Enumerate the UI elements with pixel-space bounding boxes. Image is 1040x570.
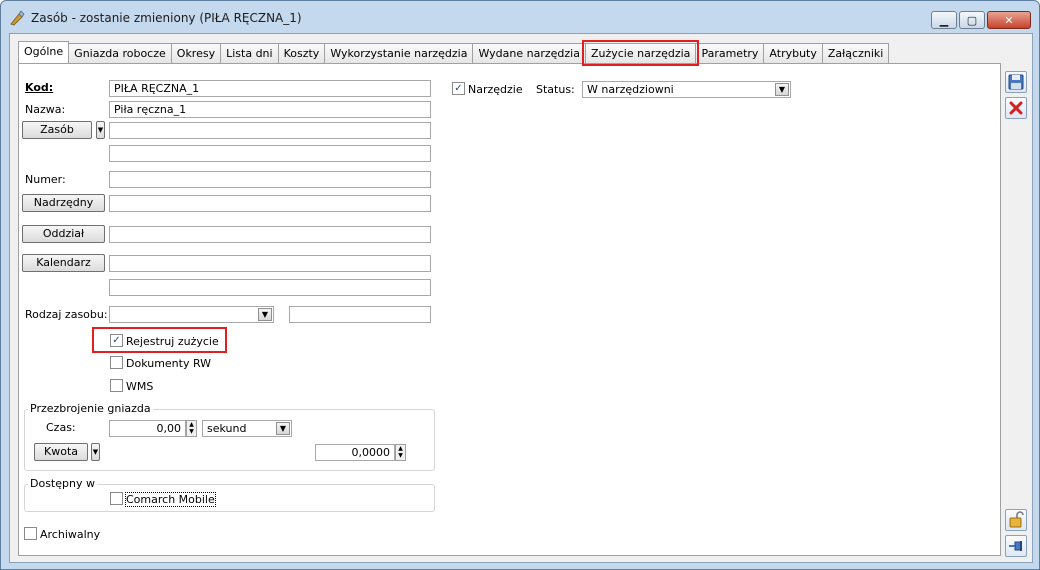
dokumenty-checkbox[interactable] bbox=[110, 356, 123, 369]
archiwalny-label: Archiwalny bbox=[40, 528, 101, 541]
chevron-down-icon[interactable]: ▼ bbox=[258, 308, 272, 321]
czas-unit-select[interactable]: sekund ▼ bbox=[202, 420, 292, 437]
oddzial-field[interactable] bbox=[109, 226, 431, 243]
app-window: Zasób - zostanie zmieniony (PIŁA RĘCZNA_… bbox=[0, 0, 1040, 570]
dokumenty-label: Dokumenty RW bbox=[126, 357, 212, 370]
tab-zuzycie-narzedzia[interactable]: Zużycie narzędzia bbox=[581, 40, 700, 66]
window-title: Zasób - zostanie zmieniony (PIŁA RĘCZNA_… bbox=[31, 11, 302, 25]
zasob-dropdown-button[interactable]: ▼ bbox=[96, 121, 105, 139]
oddzial-button[interactable]: Oddział bbox=[22, 225, 105, 243]
tab-wydane-narzedzia[interactable]: Wydane narzędzia bbox=[472, 43, 586, 63]
tab-strip: Ogólne Gniazda robocze Okresy Lista dni … bbox=[18, 40, 890, 66]
narzedzie-label: Narzędzie bbox=[468, 83, 523, 96]
zasob-name-field[interactable] bbox=[109, 145, 431, 162]
spin-up-icon: ▲ bbox=[189, 421, 194, 428]
minimize-button[interactable]: ▁ bbox=[931, 11, 957, 29]
numer-label: Numer: bbox=[25, 173, 66, 186]
zasob-button[interactable]: Zasób bbox=[22, 121, 92, 139]
rodzaj-select[interactable]: ▼ bbox=[109, 306, 274, 323]
status-label: Status: bbox=[536, 83, 575, 96]
kod-label: Kod: bbox=[25, 81, 54, 94]
save-icon bbox=[1008, 74, 1024, 90]
tab-lista-dni[interactable]: Lista dni bbox=[220, 43, 279, 63]
nadrzedny-button[interactable]: Nadrzędny bbox=[22, 194, 105, 212]
comarch-label: Comarch Mobile bbox=[125, 492, 216, 507]
kalendarz-field[interactable] bbox=[109, 255, 431, 272]
tab-ogolne[interactable]: Ogólne bbox=[18, 41, 70, 63]
wms-checkbox[interactable] bbox=[110, 379, 123, 392]
kalendarz-name-field[interactable] bbox=[109, 279, 431, 296]
archiwalny-checkbox[interactable] bbox=[24, 527, 37, 540]
resource-icon bbox=[9, 10, 25, 26]
tab-gniazda-robocze[interactable]: Gniazda robocze bbox=[68, 43, 172, 63]
lock-icon bbox=[1009, 511, 1024, 528]
tab-koszty[interactable]: Koszty bbox=[277, 43, 326, 63]
save-button[interactable] bbox=[1005, 71, 1027, 93]
kwota-button[interactable]: Kwota bbox=[34, 443, 88, 461]
spin-down-icon: ▼ bbox=[189, 428, 194, 435]
kalendarz-button[interactable]: Kalendarz bbox=[22, 254, 105, 272]
rodzaj-label: Rodzaj zasobu: bbox=[25, 308, 108, 321]
zasob-field[interactable] bbox=[109, 122, 431, 139]
rejestruj-checkbox[interactable]: ✓ bbox=[110, 334, 123, 347]
chevron-down-icon[interactable]: ▼ bbox=[276, 422, 290, 435]
czas-label: Czas: bbox=[46, 421, 76, 434]
window-client: Ogólne Gniazda robocze Okresy Lista dni … bbox=[9, 33, 1033, 563]
przezbrojenie-title: Przezbrojenie gniazda bbox=[28, 402, 153, 415]
tab-atrybuty[interactable]: Atrybuty bbox=[763, 43, 823, 63]
chevron-down-icon: ▼ bbox=[92, 448, 99, 456]
chevron-down-icon: ▼ bbox=[97, 126, 104, 134]
maximize-icon: ▢ bbox=[966, 13, 978, 27]
nazwa-field[interactable]: Piła ręczna_1 bbox=[109, 101, 431, 118]
kod-field[interactable]: PIŁA RĘCZNA_1 bbox=[109, 80, 431, 97]
pin-icon bbox=[1009, 541, 1022, 551]
czas-field[interactable]: 0,00 bbox=[109, 420, 186, 437]
wms-label: WMS bbox=[126, 380, 154, 393]
numer-field[interactable] bbox=[109, 171, 431, 188]
tab-okresy[interactable]: Okresy bbox=[170, 43, 222, 63]
close-button[interactable]: ✕ bbox=[987, 11, 1031, 29]
general-panel: Kod: PIŁA RĘCZNA_1 Nazwa: Piła ręczna_1 … bbox=[18, 63, 1001, 556]
tab-zalaczniki[interactable]: Załączniki bbox=[821, 43, 890, 63]
check-icon: ✓ bbox=[112, 335, 121, 346]
check-icon: ✓ bbox=[454, 83, 463, 94]
rodzaj-extra-field[interactable] bbox=[289, 306, 431, 323]
cancel-button[interactable] bbox=[1005, 97, 1027, 119]
narzedzie-checkbox[interactable]: ✓ bbox=[452, 82, 465, 95]
kwota-field[interactable]: 0,0000 bbox=[315, 444, 395, 461]
lock-button[interactable] bbox=[1005, 509, 1027, 531]
pin-button[interactable] bbox=[1005, 535, 1027, 557]
kwota-spinner[interactable]: ▲ ▼ bbox=[395, 444, 406, 461]
rejestruj-label: Rejestruj zużycie bbox=[126, 335, 219, 348]
close-icon: ✕ bbox=[1004, 13, 1014, 27]
title-bar: Zasób - zostanie zmieniony (PIŁA RĘCZNA_… bbox=[1, 1, 1039, 33]
comarch-checkbox[interactable] bbox=[110, 492, 123, 505]
nadrzedny-field[interactable] bbox=[109, 195, 431, 212]
czas-spinner[interactable]: ▲ ▼ bbox=[186, 420, 197, 437]
spin-down-icon: ▼ bbox=[398, 452, 403, 459]
dostepny-title: Dostępny w bbox=[28, 477, 97, 490]
status-select[interactable]: W narzędziowni ▼ bbox=[582, 81, 791, 98]
nazwa-label: Nazwa: bbox=[25, 103, 66, 116]
spin-up-icon: ▲ bbox=[398, 445, 403, 452]
chevron-down-icon[interactable]: ▼ bbox=[775, 83, 789, 96]
przezbrojenie-group bbox=[24, 409, 435, 471]
tab-parametry[interactable]: Parametry bbox=[695, 43, 765, 63]
maximize-button[interactable]: ▢ bbox=[959, 11, 985, 29]
cancel-icon bbox=[1009, 101, 1023, 115]
status-value: W narzędziowni bbox=[587, 83, 674, 96]
minimize-icon: ▁ bbox=[939, 13, 949, 27]
kwota-dropdown-button[interactable]: ▼ bbox=[91, 443, 100, 461]
czas-unit-value: sekund bbox=[207, 422, 247, 435]
tab-wykorzystanie-narzedzia[interactable]: Wykorzystanie narzędzia bbox=[324, 43, 474, 63]
